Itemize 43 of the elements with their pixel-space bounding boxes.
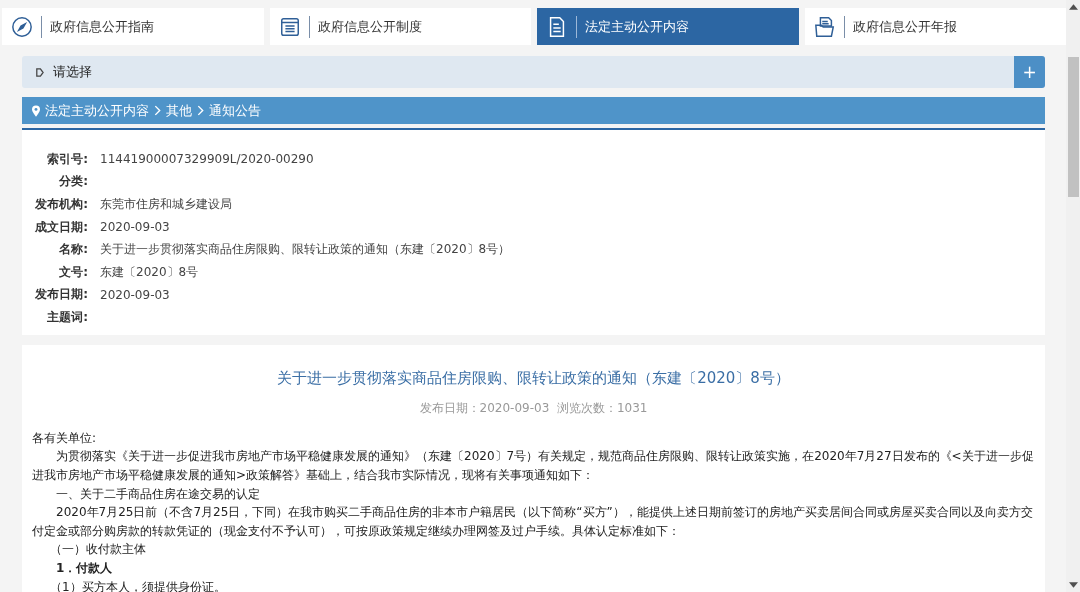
article-title: 关于进一步贯彻落实商品住房限购、限转让政策的通知（东建〔2020〕8号） <box>276 368 791 388</box>
article-info: 发布日期：2020-09-03 浏览次数：1031 <box>418 399 649 417</box>
selector-label[interactable]: 请选择 <box>53 63 92 81</box>
field-value: 关于进一步贯彻落实商品住房限购、限转让政策的通知（东建〔2020〕8号） <box>100 241 511 259</box>
scroll-up-icon[interactable] <box>1068 4 1078 10</box>
paragraph: 1．付款人 <box>55 559 114 577</box>
location-pin-icon <box>32 104 40 117</box>
breadcrumb-link[interactable]: 通知公告 <box>209 101 261 120</box>
field-label: 索引号: <box>46 150 88 168</box>
chevron-right-icon <box>197 105 204 116</box>
tab[interactable]: 政府信息公开年报 <box>804 8 1066 45</box>
scroll-thumb[interactable] <box>1067 57 1079 197</box>
tab[interactable]: 政府信息公开指南 <box>2 8 264 45</box>
scrollbar[interactable] <box>1066 0 1080 592</box>
list-icon <box>278 15 301 38</box>
field-value: 11441900007329909L/2020-00290 <box>100 152 314 167</box>
paragraph: （一）收付款主体 <box>49 541 147 559</box>
field-label: 发布日期: <box>34 286 88 304</box>
paragraph: 2020年7月25日前（不含7月25日，下同）在我市购买二手商品住房的非本市户籍居民（以下简称“买方”），能提供上述日期前签订的房地产买卖居间合同或房屋买卖合同以及向卖方交付定金或部分购房款的转款凭证的（现金支付不予认可），可按原政策规定继续办理网签及过户手续。具体认定标准如下： <box>32 504 1034 540</box>
chevron-right-icon <box>154 105 161 116</box>
expand-button[interactable]: + <box>1014 56 1045 88</box>
field-label: 主题词: <box>46 308 88 326</box>
field-value: 东建〔2020〕8号 <box>100 263 199 281</box>
paragraph: 为贯彻落实《关于进一步促进我市房地产市场平稳健康发展的通知》（东建〔2020〕7号）有关规定，规范商品住房限购、限转让政策实施，在2020年7月27日发布的《<关于进一步促进我市房地产市场平稳健康发展的通知>政策解答》基础上，结合我市实际情况，现将有关事项通知如下： <box>32 448 1035 484</box>
field-label: 文号: <box>58 263 88 281</box>
compass-icon <box>11 15 33 38</box>
breadcrumb-link[interactable]: 其他 <box>166 101 192 120</box>
field-label: 分类: <box>58 173 88 191</box>
paragraph: （1）买方本人，须提供身份证。 <box>49 578 227 592</box>
field-value: 东莞市住房和城乡建设局 <box>100 196 232 213</box>
breadcrumb-link[interactable]: 法定主动公开内容 <box>45 101 149 120</box>
paragraph: 一、关于二手商品住房在途交易的认定 <box>55 485 261 503</box>
field-label: 名称: <box>58 241 88 259</box>
field-value: 2020-09-03 <box>100 220 170 235</box>
paragraph: 各有关单位: <box>32 429 98 447</box>
scroll-down-icon[interactable] <box>1068 582 1078 588</box>
field-label: 发布机构: <box>34 196 88 213</box>
tab[interactable]: 政府信息公开制度 <box>269 8 531 45</box>
tag-icon <box>35 67 44 77</box>
tab[interactable]: 法定主动公开内容 <box>537 8 799 45</box>
field-label: 成文日期: <box>34 218 88 236</box>
folder-icon <box>813 15 836 38</box>
field-value: 2020-09-03 <box>100 287 170 302</box>
